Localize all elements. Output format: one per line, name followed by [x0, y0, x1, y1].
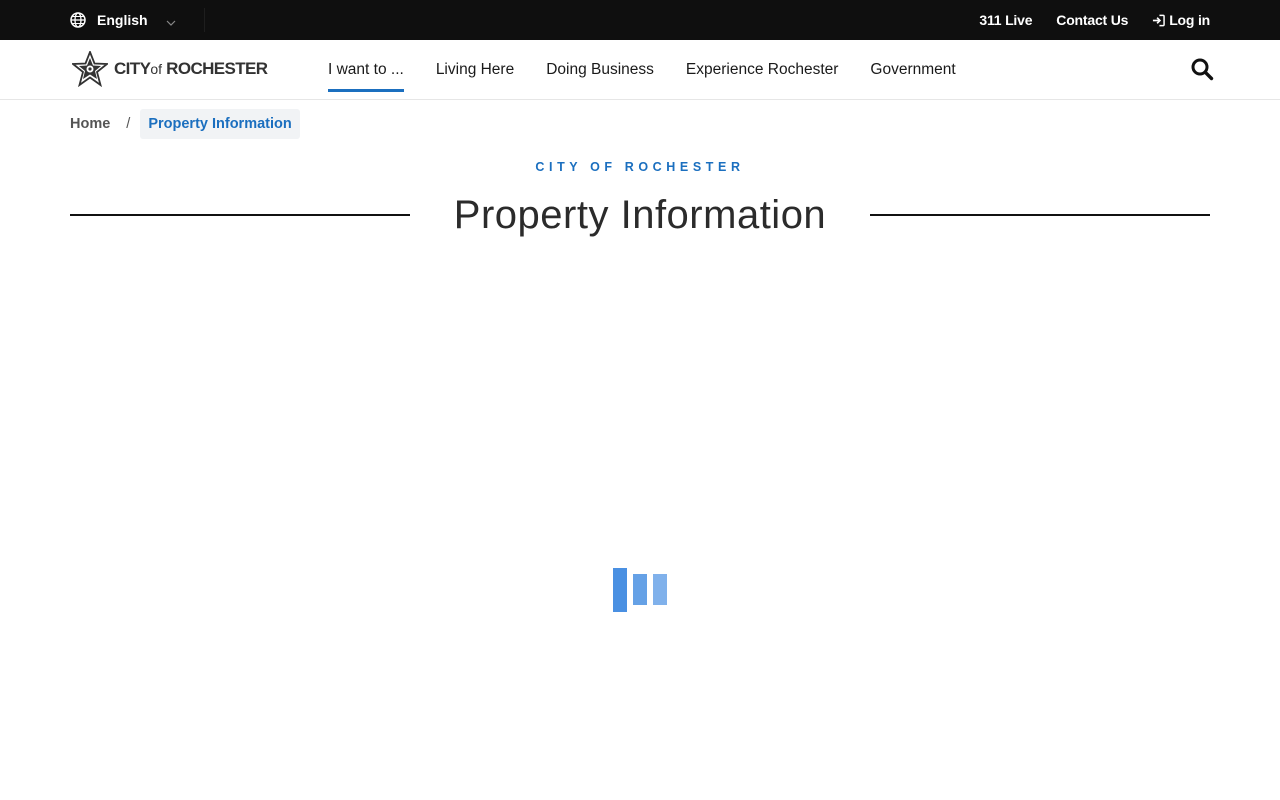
nav-living-here[interactable]: Living Here — [436, 40, 514, 100]
breadcrumb-home-link[interactable]: Home — [70, 116, 110, 132]
utility-bar: English 311 Live Contact Us Log in — [0, 0, 1280, 40]
sign-in-icon — [1153, 14, 1166, 26]
loader-bar — [633, 574, 647, 605]
search-icon[interactable] — [1190, 57, 1214, 81]
page-title-row: Property Information — [70, 190, 1210, 240]
page-eyebrow: CITY OF ROCHESTER — [535, 160, 745, 174]
nav-experience-rochester[interactable]: Experience Rochester — [686, 40, 839, 100]
breadcrumb: Home / Property Information — [70, 108, 300, 140]
language-label: English — [97, 12, 148, 28]
lilac-star-logo-icon — [72, 51, 108, 87]
breadcrumb-current: Property Information — [140, 109, 300, 139]
globe-icon — [70, 12, 86, 28]
nav-doing-business[interactable]: Doing Business — [546, 40, 654, 100]
nav-i-want-to[interactable]: I want to ... — [328, 40, 404, 100]
breadcrumb-separator: / — [126, 116, 131, 132]
site-header: CITYof ROCHESTER I want to ... Living He… — [0, 40, 1280, 100]
loader-bar — [653, 574, 667, 605]
utility-links: 311 Live Contact Us Log in — [955, 0, 1210, 40]
log-in-link[interactable]: Log in — [1152, 12, 1210, 28]
loading-indicator — [613, 568, 669, 614]
divider — [204, 8, 205, 32]
logo-wordmark: CITYof ROCHESTER — [114, 59, 268, 78]
live-311-link[interactable]: 311 Live — [979, 12, 1032, 28]
title-rule-right — [870, 214, 1210, 216]
log-in-label: Log in — [1169, 12, 1210, 28]
contact-us-link[interactable]: Contact Us — [1056, 12, 1128, 28]
page-title: Property Information — [453, 193, 827, 237]
nav-government[interactable]: Government — [870, 40, 955, 100]
title-rule-left — [70, 214, 410, 216]
loader-bar — [613, 568, 627, 612]
language-selector[interactable]: English — [70, 0, 176, 40]
main-nav: I want to ... Living Here Doing Business… — [328, 40, 988, 100]
site-logo[interactable]: CITYof ROCHESTER — [72, 50, 268, 88]
chevron-down-icon — [166, 15, 176, 26]
